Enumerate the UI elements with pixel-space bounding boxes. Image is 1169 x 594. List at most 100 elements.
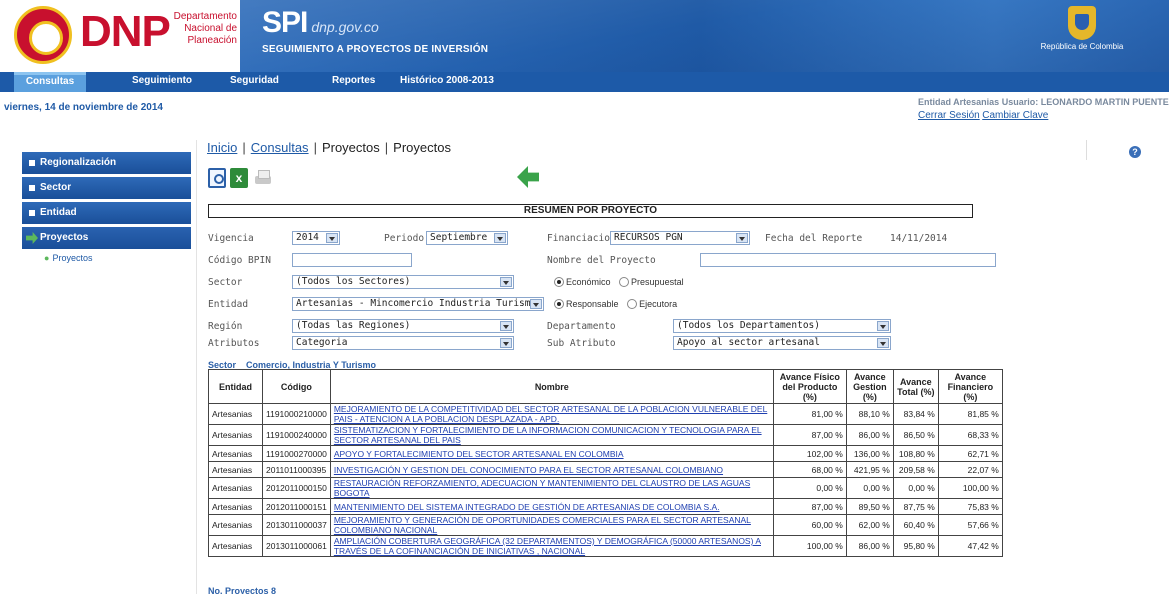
region-value: (Todas las Regiones) [296, 320, 411, 331]
breadcrumb-consultas[interactable]: Consultas [251, 140, 309, 155]
spi-title: SPI dnp.gov.co [262, 6, 379, 40]
subatributo-label: Sub Atributo [547, 338, 616, 349]
excel-export-icon[interactable]: x [230, 168, 248, 188]
sidebar-subitem-proyectos[interactable]: ● Proyectos [22, 251, 191, 265]
cell-avance-gestion: 86,00 % [845, 535, 894, 557]
financiacion-value: RECURSOS PGN [614, 232, 683, 243]
project-link[interactable]: INVESTIGACIÓN Y GESTION DEL CONOCIMIENTO… [334, 465, 723, 475]
radio-responsable-label: Responsable [566, 299, 619, 309]
projects-count: No. Proyectos 8 [208, 586, 277, 594]
cell-avance-total: 108,80 % [892, 445, 939, 462]
chevron-down-icon [530, 299, 542, 309]
radio-ejecutora[interactable]: Ejecutora [627, 299, 677, 309]
departamento-select[interactable]: (Todos los Departamentos) [673, 319, 891, 333]
project-link[interactable]: MEJORAMIENTO Y GENERACIÓN DE OPORTUNIDAD… [334, 515, 751, 535]
breadcrumb: Inicio | Consultas | Proyectos | Proyectos [207, 140, 451, 155]
table-row: Artesanias 2012011000150 RESTAURACIÓN REFO… [208, 477, 1003, 499]
header-banner: DNP Departamento Nacional de Planeación … [0, 0, 1169, 72]
entidad-value: Artesanias - Mincomercio Industria Turis… [296, 298, 544, 309]
radio-economico[interactable]: Económico [554, 277, 611, 287]
cell-avance-fisico: 60,00 % [772, 514, 847, 536]
logout-link[interactable]: Cerrar Sesión [918, 110, 980, 121]
dnp-logo[interactable]: DNP [80, 6, 171, 58]
radio-unchecked-icon [627, 299, 638, 309]
cell-avance-financiero: 68,33 % [937, 424, 1003, 446]
radio-economico-label: Económico [566, 277, 611, 287]
bpin-input[interactable] [292, 253, 412, 267]
departamento-label: Departamento [547, 321, 616, 332]
divider [196, 140, 197, 594]
fecha-reporte-label: Fecha del Reporte [765, 233, 863, 244]
sidebar-item-sector[interactable]: Sector [22, 177, 191, 199]
atributos-label: Atributos [208, 338, 260, 349]
back-arrow-icon[interactable] [517, 166, 539, 188]
help-icon[interactable]: ? [1129, 146, 1141, 158]
sidebar-item-regionalizacion[interactable]: Regionalización [22, 152, 191, 174]
financiacion-select[interactable]: RECURSOS PGN [610, 231, 750, 245]
vigencia-select[interactable]: 2014 [292, 231, 340, 245]
cell-nombre: INVESTIGACIÓN Y GESTION DEL CONOCIMIENTO… [329, 461, 774, 478]
user-info: Entidad Artesanias Usuario: LEONARDO MAR… [918, 96, 1169, 122]
project-link[interactable]: APOYO Y FORTALECIMIENTO DEL SECTOR ARTES… [334, 449, 624, 459]
colombia-seal-icon [14, 6, 72, 64]
cell-entidad: Artesanias [208, 424, 263, 446]
tab-consultas[interactable]: Consultas [14, 72, 86, 92]
tab-reportes[interactable]: Reportes [332, 72, 375, 92]
radio-responsable[interactable]: Responsable [554, 299, 619, 309]
cell-avance-fisico: 68,00 % [772, 461, 847, 478]
cell-entidad: Artesanias [208, 461, 263, 478]
cell-entidad: Artesanias [208, 498, 263, 515]
radio-presupuestal[interactable]: Presupuestal [619, 277, 684, 287]
cell-nombre: MEJORAMIENTO Y GENERACIÓN DE OPORTUNIDAD… [329, 514, 774, 536]
chevron-down-icon [500, 338, 512, 348]
periodo-label: Periodo [384, 233, 425, 244]
nombre-proyecto-input[interactable] [700, 253, 996, 267]
cell-avance-gestion: 88,10 % [845, 403, 894, 425]
table-row: Artesanias 2013011000061 AMPLIACIÓN COBERT… [208, 535, 1003, 557]
sector-value: (Todos los Sectores) [296, 276, 411, 287]
tab-seguimiento[interactable]: Seguimiento [132, 72, 192, 92]
table-row: Artesanias 2011011000395 INVESTIGACIÓN Y G… [208, 461, 1003, 478]
cell-avance-total: 60,40 % [892, 514, 939, 536]
sidebar-item-proyectos[interactable]: Proyectos [22, 227, 191, 249]
square-bullet-icon [29, 185, 35, 191]
cell-avance-financiero: 22,07 % [937, 461, 1003, 478]
bullet-icon: ● [44, 253, 50, 263]
breadcrumb-inicio[interactable]: Inicio [207, 140, 237, 155]
sidebar-item-label: Sector [40, 182, 72, 193]
print-icon[interactable] [254, 168, 272, 188]
radio-checked-icon [554, 277, 564, 287]
sector-select[interactable]: (Todos los Sectores) [292, 275, 514, 289]
sidebar-item-label: Entidad [40, 207, 77, 218]
project-link[interactable]: MANTENIMIENTO DEL SISTEMA INTEGRADO DE G… [334, 502, 720, 512]
rol-radio-group: Responsable Ejecutora [554, 299, 683, 309]
col-avance-fisico: Avance Físico del Producto (%) [772, 369, 847, 404]
vigencia-label: Vigencia [208, 233, 254, 244]
subatributo-select[interactable]: Apoyo al sector artesanal [673, 336, 891, 350]
cell-codigo: 2011011000395 [262, 461, 331, 478]
cell-avance-total: 86,50 % [892, 424, 939, 446]
cell-entidad: Artesanias [208, 445, 263, 462]
project-link[interactable]: MEJORAMIENTO DE LA COMPETITIVIDAD DEL SE… [334, 404, 767, 424]
entidad-select[interactable]: Artesanias - Mincomercio Industria Turis… [292, 297, 544, 311]
chevron-down-icon [500, 277, 512, 287]
change-password-link[interactable]: Cambiar Clave [982, 110, 1048, 121]
cell-avance-gestion: 89,50 % [845, 498, 894, 515]
sidebar-item-label: Regionalización [40, 157, 117, 168]
project-link[interactable]: AMPLIACIÓN COBERTURA GEOGRÁFICA (32 DEPA… [334, 536, 761, 556]
project-link[interactable]: SISTEMATIZACION Y FORTALECIMIENTO DE LA … [334, 425, 762, 445]
region-select[interactable]: (Todas las Regiones) [292, 319, 514, 333]
coat-caption: República de Colombia [1040, 42, 1124, 51]
tab-historico[interactable]: Histórico 2008-2013 [400, 72, 494, 92]
tab-seguridad[interactable]: Seguridad [230, 72, 279, 92]
atributos-select[interactable]: Categoria [292, 336, 514, 350]
cell-codigo: 2012011000150 [262, 477, 331, 499]
search-report-icon[interactable] [208, 168, 226, 188]
project-link[interactable]: RESTAURACIÓN REFORZAMIENTO, ADECUACION Y… [334, 478, 750, 498]
sidebar-item-entidad[interactable]: Entidad [22, 202, 191, 224]
spi-site: dnp.gov.co [311, 19, 379, 35]
region-label: Región [208, 321, 243, 332]
tipo-radio-group: Económico Presupuestal [554, 277, 690, 287]
periodo-select[interactable]: Septiembre [426, 231, 508, 245]
cell-nombre: APOYO Y FORTALECIMIENTO DEL SECTOR ARTES… [329, 445, 774, 462]
